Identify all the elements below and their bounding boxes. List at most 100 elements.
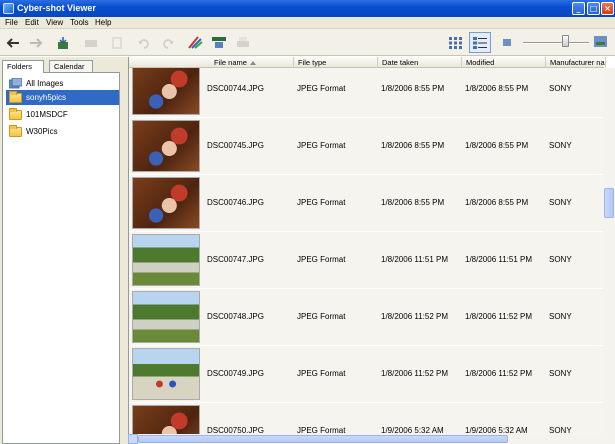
photo-thumbnail[interactable] [132, 291, 200, 343]
sort-ascending-icon [249, 61, 256, 66]
vertical-scrollbar[interactable] [603, 68, 615, 434]
rotate-right-button[interactable] [159, 34, 177, 51]
cell-modified: 1/9/2006 5:32 AM [465, 426, 528, 434]
tree-item-label: W30Pics [26, 127, 58, 136]
column-header-date-taken[interactable]: Date taken [378, 57, 462, 68]
list-row[interactable]: DSC00748.JPG JPEG Format 1/8/2006 11:52 PM… [129, 289, 604, 346]
folder-icon [9, 124, 22, 137]
list-row[interactable]: DSC00749.JPG JPEG Format 1/8/2006 11:52 PM… [129, 346, 604, 403]
photo-thumbnail[interactable] [132, 405, 200, 434]
photo-thumbnail[interactable] [132, 348, 200, 400]
arrow-left-icon [6, 37, 19, 48]
cell-file-name: DSC00746.JPG [207, 198, 264, 207]
cell-manufacturer: SONY [549, 255, 572, 264]
list-row[interactable]: DSC00750.JPG JPEG Format 1/9/2006 5:32 AM 1… [129, 403, 604, 434]
column-header-file-type[interactable]: File type [294, 57, 378, 68]
tree-item-sonyh5pics[interactable]: sonyh5pics [6, 90, 119, 105]
cell-modified: 1/8/2006 11:52 PM [465, 369, 533, 378]
close-button[interactable]: × [601, 2, 614, 15]
copy-button[interactable] [108, 34, 126, 51]
column-header-modified[interactable]: Modified [462, 57, 546, 68]
cell-manufacturer: SONY [549, 84, 572, 93]
horizontal-scrollbar[interactable] [128, 434, 615, 444]
window-title: Cyber-shot Viewer [17, 3, 96, 13]
thumbnail-view-button[interactable] [445, 32, 467, 53]
cell-date-taken: 1/8/2006 8:55 PM [381, 141, 445, 150]
tab-calendar[interactable]: Calendar [49, 60, 93, 72]
menu-help[interactable]: Help [95, 18, 111, 27]
import-icon [58, 36, 68, 49]
cell-manufacturer: SONY [549, 198, 572, 207]
vertical-scroll-thumb[interactable] [604, 188, 614, 218]
photo-thumbnail[interactable] [132, 68, 200, 115]
slideshow-button[interactable] [210, 34, 228, 51]
cell-file-type: JPEG Format [297, 141, 346, 150]
menu-file[interactable]: File [5, 18, 18, 27]
list-row[interactable]: DSC00745.JPG JPEG Format 1/8/2006 8:55 PM 1… [129, 118, 604, 175]
rotate-right-icon [163, 38, 174, 49]
cell-modified: 1/8/2006 8:55 PM [465, 84, 529, 93]
import-button[interactable] [54, 34, 72, 51]
cell-date-taken: 1/9/2006 5:32 AM [381, 426, 444, 434]
cell-file-type: JPEG Format [297, 84, 346, 93]
delete-button[interactable] [82, 34, 100, 51]
cell-file-name: DSC00747.JPG [207, 255, 264, 264]
cell-manufacturer: SONY [549, 369, 572, 378]
minimize-button[interactable]: _ [572, 2, 585, 15]
cell-modified: 1/8/2006 11:52 PM [465, 312, 533, 321]
cell-date-taken: 1/8/2006 8:55 PM [381, 84, 445, 93]
copy-icon [112, 37, 122, 48]
edit-button[interactable] [186, 34, 204, 51]
title-bar: Cyber-shot Viewer _ □ × [0, 0, 615, 17]
column-header-file-name[interactable]: File name [204, 57, 294, 68]
horizontal-scroll-thumb[interactable] [138, 435, 508, 443]
slideshow-icon [212, 36, 226, 48]
photo-thumbnail[interactable] [132, 234, 200, 286]
cell-file-type: JPEG Format [297, 255, 346, 264]
small-image-icon [503, 39, 511, 46]
photo-thumbnail[interactable] [132, 177, 200, 229]
folder-icon [9, 90, 22, 103]
back-button[interactable] [4, 34, 22, 51]
cell-file-type: JPEG Format [297, 312, 346, 321]
tree-item-101msdcf[interactable]: 101MSDCF [6, 107, 119, 122]
zoom-slider-thumb[interactable] [562, 35, 569, 47]
forward-button[interactable] [27, 34, 45, 51]
cell-date-taken: 1/8/2006 11:52 PM [381, 312, 449, 321]
rotate-left-button[interactable] [135, 34, 153, 51]
maximize-button[interactable]: □ [587, 2, 600, 15]
tab-folders[interactable]: Folders [2, 60, 44, 73]
photo-thumbnail[interactable] [132, 120, 200, 172]
folder-icon [9, 107, 22, 120]
list-icon [473, 36, 487, 49]
cell-modified: 1/8/2006 11:51 PM [465, 255, 533, 264]
print-icon [237, 36, 249, 47]
menu-tools[interactable]: Tools [70, 18, 89, 27]
list-row[interactable]: DSC00746.JPG JPEG Format 1/8/2006 8:55 PM 1… [129, 175, 604, 232]
edit-icon [188, 36, 203, 49]
menu-edit[interactable]: Edit [25, 18, 39, 27]
list-row[interactable]: DSC00744.JPG JPEG Format 1/8/2006 8:55 PM 1… [129, 68, 604, 118]
tree-item-w30pics[interactable]: W30Pics [6, 124, 119, 139]
cell-date-taken: 1/8/2006 8:55 PM [381, 198, 445, 207]
cell-file-name: DSC00744.JPG [207, 84, 264, 93]
cell-date-taken: 1/8/2006 11:51 PM [381, 255, 449, 264]
list-row[interactable]: DSC00747.JPG JPEG Format 1/8/2006 11:51 PM… [129, 232, 604, 289]
menu-view[interactable]: View [46, 18, 63, 27]
zoom-slider-track[interactable] [523, 42, 589, 44]
scroll-left-arrow[interactable] [128, 434, 138, 444]
cell-file-name: DSC00750.JPG [207, 426, 264, 434]
print-button[interactable] [234, 34, 252, 51]
file-list: File name File type Date taken Modified … [128, 57, 615, 444]
details-view-button[interactable] [469, 32, 491, 53]
cell-file-type: JPEG Format [297, 369, 346, 378]
menu-bar: File Edit View Tools Help [0, 17, 615, 29]
cell-manufacturer: SONY [549, 312, 572, 321]
column-headers: File name File type Date taken Modified … [129, 57, 606, 68]
rotate-left-icon [138, 38, 149, 49]
tree-item-all-images[interactable]: All Images [6, 76, 119, 91]
column-header-manufacturer[interactable]: Manufacturer name [546, 57, 606, 68]
cell-file-type: JPEG Format [297, 198, 346, 207]
grid-icon [449, 36, 462, 49]
cell-manufacturer: SONY [549, 141, 572, 150]
